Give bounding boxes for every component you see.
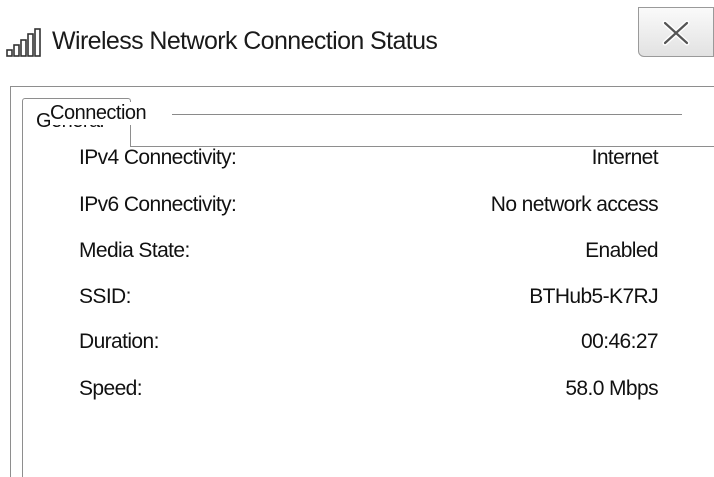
row-media-state: Media State: Enabled <box>0 239 714 275</box>
duration-value: 00:46:27 <box>581 330 659 353</box>
ssid-label: SSID: <box>79 285 131 308</box>
dialog-body: General <box>0 86 714 477</box>
row-ipv6-connectivity: IPv6 Connectivity: No network access <box>0 193 714 229</box>
speed-label: Speed: <box>79 377 143 400</box>
title-bar: Wireless Network Connection Status <box>0 0 714 86</box>
connection-group-title: Connection <box>50 102 147 125</box>
media-state-value: Enabled <box>585 239 658 262</box>
connection-group-divider <box>172 114 682 115</box>
ipv4-connectivity-label: IPv4 Connectivity: <box>79 146 237 169</box>
row-ipv4-connectivity: IPv4 Connectivity: Internet <box>0 146 714 182</box>
row-duration: Duration: 00:46:27 <box>0 330 714 366</box>
media-state-label: Media State: <box>79 239 190 262</box>
ipv6-connectivity-label: IPv6 Connectivity: <box>79 193 237 216</box>
close-button[interactable] <box>638 7 714 57</box>
wireless-signal-icon <box>6 28 44 58</box>
row-speed: Speed: 58.0 Mbps <box>0 377 714 413</box>
ipv4-connectivity-value: Internet <box>591 146 659 169</box>
window-title: Wireless Network Connection Status <box>52 27 438 55</box>
row-ssid: SSID: BTHub5-K7RJ <box>0 285 714 321</box>
duration-label: Duration: <box>79 330 159 353</box>
ipv6-connectivity-value: No network access <box>490 193 659 216</box>
ssid-value: BTHub5-K7RJ <box>529 285 658 308</box>
speed-value: 58.0 Mbps <box>565 377 658 400</box>
